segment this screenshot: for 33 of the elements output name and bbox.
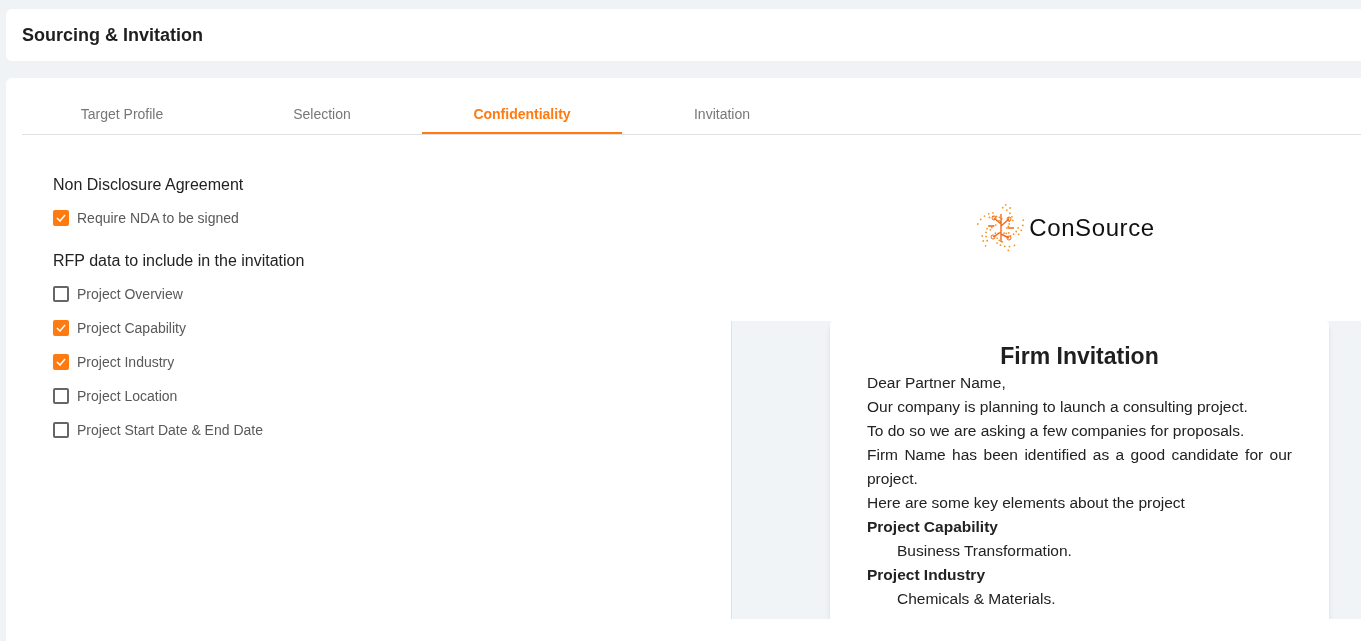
field-label: Project Industry [867, 565, 986, 585]
letter-text: Our company is planning to launch a consulting project. [867, 397, 1249, 417]
letter-text: To do so we are asking a few companies for proposals. [867, 421, 1246, 441]
tab[interactable]: Invitation [622, 96, 822, 134]
invitation-title: Firm Invitation [999, 342, 1160, 371]
checkbox-option[interactable]: Project Start Date & End Date [53, 413, 731, 447]
checkbox-option[interactable]: Project Location [53, 379, 731, 413]
section-heading: RFP data to include in the invitation [53, 251, 306, 271]
letter-text: Here are some key elements about the project [867, 493, 1186, 513]
field-value: Business Transformation. [896, 541, 1073, 561]
letter-text: Dear Partner Name, [867, 373, 1007, 393]
checkmark-icon [56, 324, 66, 332]
letter-text: Firm Name has been identified as a good candidate for our project. [867, 445, 1292, 489]
checkbox[interactable] [53, 286, 69, 302]
checkbox-option[interactable]: Require NDA to be signed [53, 201, 731, 235]
checkbox-option[interactable]: Project Industry [53, 345, 731, 379]
page-title: Sourcing & Invitation [22, 23, 203, 47]
checkbox[interactable] [53, 388, 69, 404]
checkmark-icon [56, 214, 66, 222]
tab[interactable]: Target Profile [22, 96, 222, 134]
checkbox-option[interactable]: Project Overview [53, 277, 731, 311]
field-value: Chemicals & Materials. [896, 589, 1057, 609]
section-heading: Non Disclosure Agreement [53, 175, 245, 195]
checkbox[interactable] [53, 210, 69, 226]
checkbox-option[interactable]: Project Capability [53, 311, 731, 345]
checkbox[interactable] [53, 320, 69, 336]
logo-icon [977, 204, 1026, 252]
tab[interactable]: Selection [222, 96, 422, 134]
checkbox[interactable] [53, 422, 69, 438]
field-label: Project Capability [867, 517, 999, 537]
checkbox[interactable] [53, 354, 69, 370]
logo-text: ConSource [1029, 213, 1155, 243]
checkmark-icon [56, 358, 66, 366]
